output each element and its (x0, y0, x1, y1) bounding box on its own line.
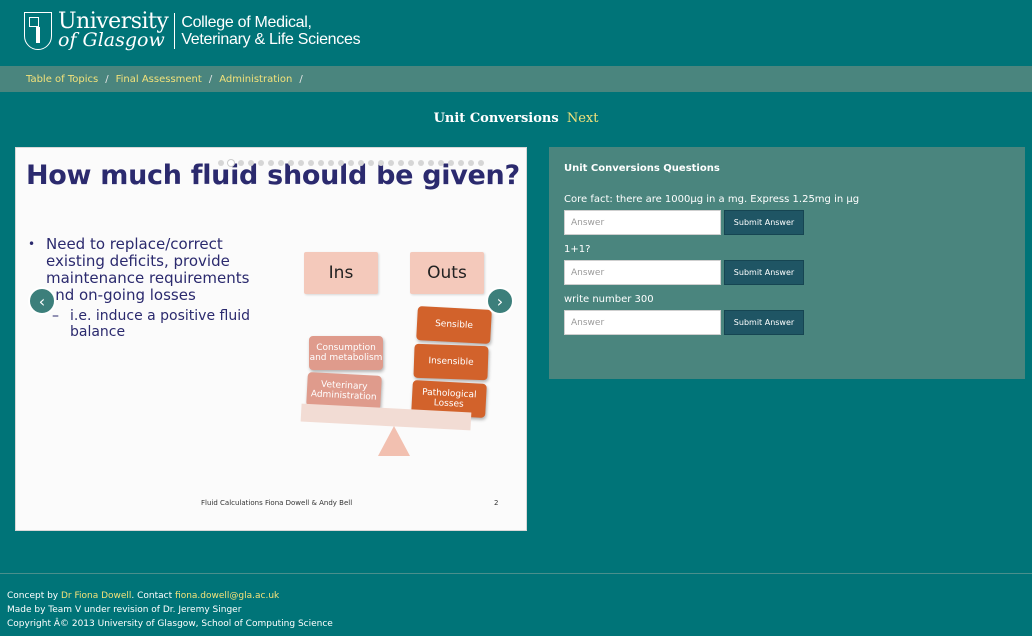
question-item: write number 300 Submit Answer (564, 294, 1010, 335)
question-item: Core fact: there are 1000µg in a mg. Exp… (564, 194, 1010, 235)
carousel-indicator-dot[interactable] (228, 160, 234, 166)
answer-input[interactable] (564, 310, 721, 335)
carousel-indicator-dot[interactable] (368, 160, 374, 166)
carousel-indicator-dot[interactable] (428, 160, 434, 166)
university-line2: of Glasgow (58, 29, 165, 51)
next-link[interactable]: Next (567, 111, 599, 126)
college-line1: College of Medical, (181, 14, 312, 31)
question-item: 1+1? Submit Answer (564, 244, 1010, 285)
carousel-indicator-dot[interactable] (398, 160, 404, 166)
contact-email-link[interactable]: fiona.dowell@gla.ac.uk (175, 591, 279, 601)
submit-answer-button[interactable]: Submit Answer (724, 260, 804, 285)
university-wordmark: University of Glasgow (58, 11, 169, 51)
college-line2: Veterinary & Life Sciences (181, 31, 361, 48)
carousel-indicator-dot[interactable] (388, 160, 394, 166)
fluid-balance-diagram: Ins Outs Consumption and metabolism Vete… (300, 248, 492, 458)
slide-number: 2 (494, 499, 499, 507)
carousel-indicator-dot[interactable] (288, 160, 294, 166)
carousel-indicator-dot[interactable] (458, 160, 464, 166)
question-label: 1+1? (564, 244, 591, 255)
submit-answer-button[interactable]: Submit Answer (724, 310, 804, 335)
footer-divider (0, 573, 1032, 574)
college-name: College of Medical, Veterinary & Life Sc… (181, 14, 360, 48)
crest-icon (24, 12, 52, 50)
carousel-indicator-dot[interactable] (438, 160, 444, 166)
breadcrumb-table-of-topics[interactable]: Table of Topics (26, 74, 98, 85)
slide-bullet-1: Need to replace/correct existing deficit… (28, 236, 258, 304)
carousel-indicator-dot[interactable] (338, 160, 344, 166)
carousel-indicator-dot[interactable] (218, 160, 224, 166)
logo-divider (174, 13, 176, 49)
carousel-indicator-dot[interactable] (348, 160, 354, 166)
question-label: Core fact: there are 1000µg in a mg. Exp… (564, 194, 860, 205)
footer-concept-line: Concept by Dr Fiona Dowell. Contact fion… (7, 589, 333, 603)
carousel-indicator-dot[interactable] (478, 160, 484, 166)
outs-label: Outs (410, 252, 484, 294)
carousel-next-button[interactable]: › (486, 287, 514, 315)
footer-made-by: Made by Team V under revision of Dr. Jer… (7, 605, 242, 615)
out-block-insensible: Insensible (413, 343, 489, 381)
carousel-indicator-dot[interactable] (238, 160, 244, 166)
out-block-sensible: Sensible (416, 306, 492, 344)
page-title: Unit Conversions Next (0, 111, 1032, 126)
question-label: write number 300 (564, 294, 654, 305)
scale-fulcrum (378, 426, 410, 456)
carousel-prev-button[interactable]: ‹ (28, 287, 56, 315)
questions-heading: Unit Conversions Questions (564, 163, 720, 174)
submit-answer-button[interactable]: Submit Answer (724, 210, 804, 235)
page-title-text: Unit Conversions (433, 111, 559, 126)
slide-carousel: How much fluid should be given? Need to … (15, 147, 527, 531)
concept-prefix: Concept by (7, 591, 61, 601)
breadcrumb: Table of Topics / Final Assessment / Adm… (0, 66, 1032, 92)
answer-input[interactable] (564, 210, 721, 235)
breadcrumb-separator: / (105, 73, 109, 85)
carousel-indicator-dot[interactable] (298, 160, 304, 166)
carousel-indicator-dot[interactable] (358, 160, 364, 166)
university-logo[interactable]: University of Glasgow College of Medical… (24, 10, 361, 52)
breadcrumb-separator: / (208, 73, 213, 85)
slide-bullets: Need to replace/correct existing deficit… (28, 236, 258, 341)
breadcrumb-final-assessment[interactable]: Final Assessment (116, 74, 202, 85)
carousel-indicator-dot[interactable] (448, 160, 454, 166)
concept-author-link[interactable]: Dr Fiona Dowell (61, 591, 131, 601)
footer-copyright: Copyright Â© 2013 University of Glasgow,… (7, 619, 333, 629)
carousel-indicator-dot[interactable] (268, 160, 274, 166)
carousel-indicator-dot[interactable] (328, 160, 334, 166)
in-block-consumption: Consumption and metabolism (309, 336, 383, 370)
answer-input[interactable] (564, 260, 721, 285)
breadcrumb-separator: / (299, 73, 303, 85)
carousel-indicator-dot[interactable] (468, 160, 474, 166)
contact-prefix: . Contact (131, 591, 176, 601)
site-header: University of Glasgow College of Medical… (0, 0, 1032, 66)
slide-bullet-2: i.e. induce a positive fluid balance (28, 308, 258, 340)
carousel-indicator-dot[interactable] (248, 160, 254, 166)
breadcrumb-administration[interactable]: Administration (219, 74, 292, 85)
carousel-indicators (218, 160, 484, 166)
carousel-indicator-dot[interactable] (308, 160, 314, 166)
carousel-indicator-dot[interactable] (258, 160, 264, 166)
slide-footer: Fluid Calculations Fiona Dowell & Andy B… (201, 499, 353, 507)
chevron-left-icon: ‹ (38, 291, 46, 311)
carousel-indicator-dot[interactable] (278, 160, 284, 166)
carousel-indicator-dot[interactable] (318, 160, 324, 166)
chevron-right-icon: › (496, 291, 504, 311)
carousel-indicator-dot[interactable] (378, 160, 384, 166)
carousel-indicator-dot[interactable] (418, 160, 424, 166)
questions-panel: Unit Conversions Questions Core fact: th… (549, 147, 1025, 379)
site-footer: Concept by Dr Fiona Dowell. Contact fion… (7, 589, 333, 631)
ins-label: Ins (304, 252, 378, 294)
carousel-indicator-dot[interactable] (408, 160, 414, 166)
